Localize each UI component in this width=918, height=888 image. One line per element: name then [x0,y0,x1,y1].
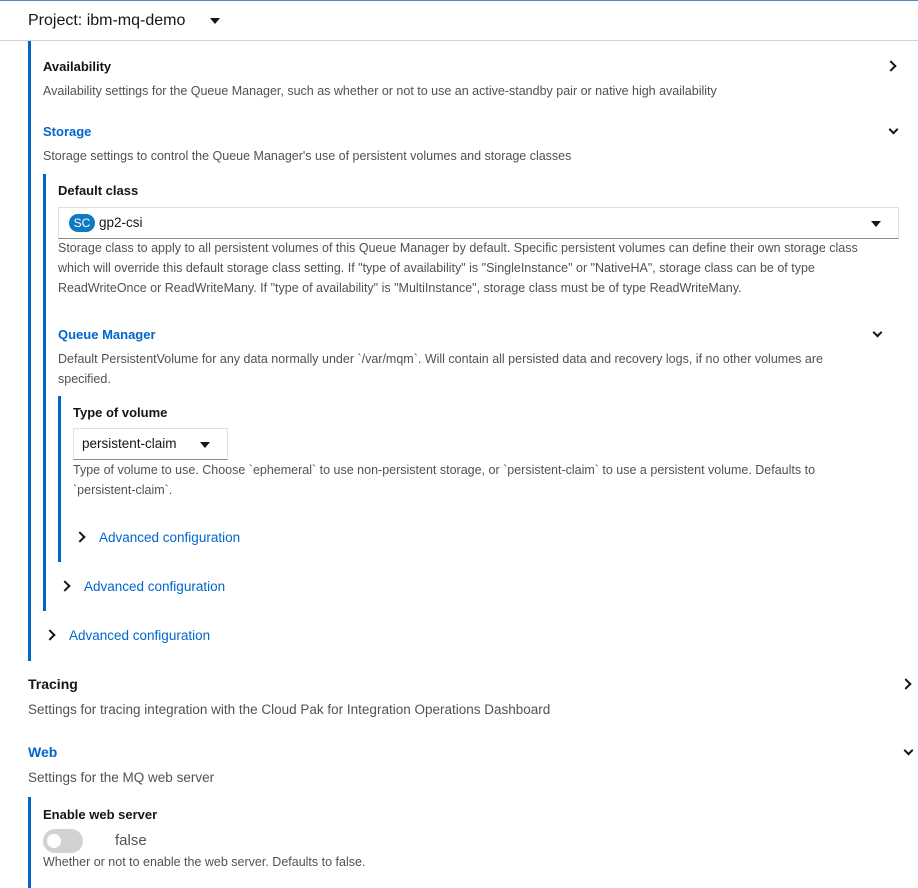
availability-heading[interactable]: Availability [43,59,111,74]
type-of-volume-value: persistent-claim [82,436,177,451]
enable-web-server-help: Whether or not to enable the web server.… [43,855,366,869]
default-class-label: Default class [58,183,139,198]
advanced-configuration-outer-link[interactable]: Advanced configuration [69,628,210,643]
chevron-right-icon[interactable] [59,580,71,592]
web-guide-bar [28,797,31,888]
default-class-select[interactable]: SC gp2-csi [58,207,899,239]
advanced-configuration-middle-link[interactable]: Advanced configuration [84,579,225,594]
type-of-volume-label: Type of volume [73,405,168,420]
chevron-right-icon[interactable] [900,678,912,690]
default-class-value: gp2-csi [99,215,143,230]
caret-down-icon[interactable] [210,18,220,24]
tracing-description: Settings for tracing integration with th… [28,702,551,717]
queue-manager-description: Default PersistentVolume for any data no… [58,352,823,386]
storage-class-badge: SC [69,214,95,232]
queue-manager-heading[interactable]: Queue Manager [58,327,156,342]
advanced-configuration-inner-link[interactable]: Advanced configuration [99,530,240,545]
type-of-volume-select[interactable]: persistent-claim [73,428,228,460]
web-description: Settings for the MQ web server [28,770,215,785]
project-selector-bar: Project: ibm-mq-demo [0,1,918,41]
caret-down-icon[interactable] [871,221,881,227]
chevron-right-icon[interactable] [74,531,86,543]
default-class-help: Storage class to apply to all persistent… [58,241,858,295]
chevron-right-icon[interactable] [44,629,56,641]
chevron-down-icon[interactable] [888,124,899,135]
enable-web-server-label: Enable web server [43,807,158,822]
storage-heading[interactable]: Storage [43,124,91,139]
storage-description: Storage settings to control the Queue Ma… [43,149,572,163]
web-heading[interactable]: Web [28,744,57,760]
queue-manager-guide-bar [58,396,61,562]
section-guide-bar [28,41,31,661]
enable-web-server-toggle[interactable] [43,829,83,853]
chevron-down-icon[interactable] [903,745,914,756]
chevron-right-icon[interactable] [885,60,897,72]
enable-web-server-value: false [115,832,147,849]
caret-down-icon[interactable] [200,442,210,448]
tracing-heading[interactable]: Tracing [28,676,78,692]
toggle-knob [47,834,61,848]
chevron-down-icon[interactable] [872,327,883,338]
project-selector[interactable]: Project: ibm-mq-demo [28,12,185,30]
storage-guide-bar [43,174,46,611]
type-of-volume-help: Type of volume to use. Choose `ephemeral… [73,463,816,497]
availability-description: Availability settings for the Queue Mana… [43,84,717,98]
